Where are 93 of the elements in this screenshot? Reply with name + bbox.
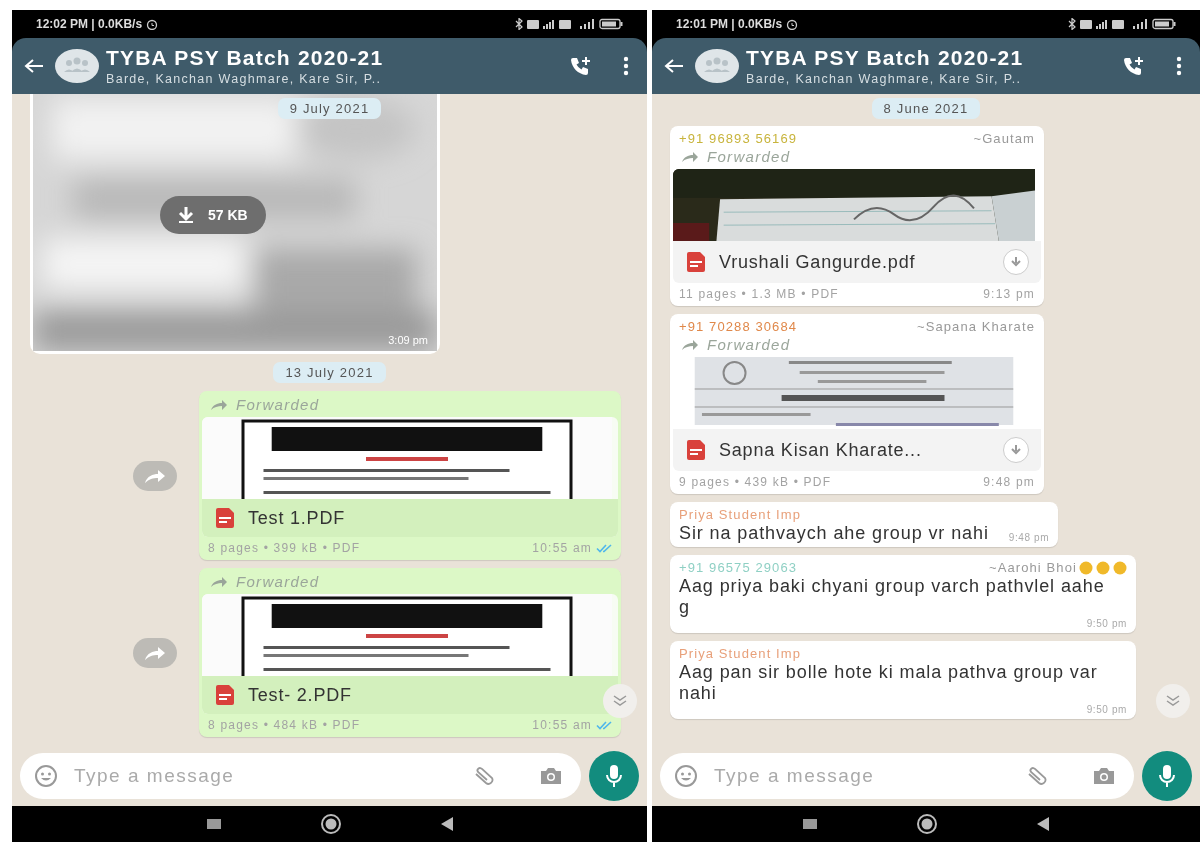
- status-text: 12:01 PM | 0.0KB/s: [676, 17, 783, 31]
- forward-arrow-icon: [210, 398, 228, 411]
- forwarded-label: Forwarded: [707, 336, 791, 353]
- chat-members: Barde, Kanchan Waghmare, Kare Sir, P..: [746, 72, 1023, 86]
- pdf-icon: [214, 507, 236, 529]
- status-text: 12:02 PM | 0.0KB/s: [36, 17, 143, 31]
- forward-arrow-icon: [210, 575, 228, 588]
- message-text: Aag pan sir bolle hote ki mala pathva group var nahi: [678, 661, 1099, 704]
- alarm-clock-icon: [786, 18, 799, 30]
- message-time: 9:50 pm: [1086, 618, 1127, 630]
- share-arrow-icon: [144, 467, 166, 484]
- signal-icon: [1132, 18, 1148, 30]
- forwarded-label: Forwarded: [707, 148, 791, 165]
- group-avatar-icon: [54, 48, 100, 84]
- microphone-icon: [606, 764, 622, 788]
- download-button[interactable]: [1003, 437, 1029, 463]
- back-arrow-icon: [664, 58, 684, 74]
- recent-apps-icon[interactable]: [206, 819, 221, 829]
- bluetooth-icon: [1068, 18, 1076, 30]
- home-icon[interactable]: [917, 814, 937, 834]
- menu-icon: [623, 56, 629, 76]
- file-name: Test 1.PDF: [248, 507, 347, 529]
- date-chip: 8 June 2021: [871, 98, 981, 119]
- message-time: 10:55 am: [532, 541, 592, 555]
- download-button[interactable]: 57 KB: [160, 196, 266, 234]
- alarm-clock-icon: [146, 18, 159, 30]
- bluetooth-icon: [515, 18, 523, 30]
- sender-alias: ~Aarohi Bhoi: [989, 560, 1077, 575]
- sender-alias: ~Gautam: [973, 131, 1035, 146]
- file-row[interactable]: Sapna Kisan Kharate...: [673, 429, 1041, 471]
- chat-title: TYBA PSY Batch 2020-21: [106, 46, 385, 70]
- microphone-icon: [1159, 764, 1175, 788]
- microphone-button[interactable]: [1142, 751, 1192, 801]
- message-time: 9:48 pm: [983, 475, 1035, 489]
- sender-name: +91 96575 29063: [679, 560, 798, 575]
- file-row[interactable]: Test 1.PDF: [202, 499, 618, 537]
- home-icon[interactable]: [320, 814, 341, 834]
- sender-name: +91 70288 30684: [679, 319, 798, 334]
- emoji-face-icon: [34, 764, 58, 788]
- phone-plus-icon: [1122, 55, 1144, 77]
- double-chevron-down-icon: [613, 695, 627, 707]
- forward-arrow-icon: [681, 338, 699, 351]
- file-name: Test- 2.PDF: [248, 684, 353, 706]
- file-row[interactable]: Test- 2.PDF: [202, 676, 618, 714]
- download-button[interactable]: [1003, 249, 1029, 275]
- download-icon: [178, 206, 194, 224]
- double-chevron-down-icon: [1166, 695, 1180, 707]
- sender-name: Priya Student Imp: [679, 646, 802, 661]
- sender-name: Priya Student Imp: [679, 507, 802, 522]
- message-time: 10:55 am: [532, 718, 592, 732]
- date-chip: 13 July 2021: [273, 362, 386, 383]
- message-time: 3:09 pm: [388, 334, 428, 346]
- date-chip: 9 July 2021: [277, 98, 382, 119]
- forwarded-label: Forwarded: [236, 573, 320, 590]
- emoji-face-icon: [674, 764, 698, 788]
- file-name: Vrushali Gangurde.pdf: [719, 251, 917, 273]
- group-avatar-icon: [694, 48, 740, 84]
- file-details: 11 pages • 1.3 MB • PDF: [679, 287, 839, 301]
- chat-members: Barde, Kanchan Waghmare, Kare Sir, P..: [106, 72, 383, 86]
- sender-name: +91 96893 56169: [679, 131, 798, 146]
- phone-plus-icon: [569, 55, 591, 77]
- message-text: Sir na pathvaych ahe group vr nahi: [678, 522, 990, 544]
- camera-icon: [539, 766, 563, 786]
- forward-arrow-icon: [681, 150, 699, 163]
- battery-icon: [1152, 18, 1176, 30]
- chat-title: TYBA PSY Batch 2020-21: [746, 46, 1025, 70]
- battery-icon: [599, 18, 623, 30]
- back-arrow-icon: [24, 58, 44, 74]
- message-time: 9:13 pm: [983, 287, 1035, 301]
- message-time: 9:48 pm: [1008, 532, 1050, 544]
- microphone-button[interactable]: [589, 751, 639, 801]
- file-row[interactable]: Vrushali Gangurde.pdf: [673, 241, 1041, 283]
- pdf-icon: [685, 251, 707, 273]
- back-icon[interactable]: [1037, 817, 1049, 831]
- forwarded-label: Forwarded: [236, 396, 320, 413]
- signal-icon: [579, 18, 595, 30]
- pdf-icon: [685, 439, 707, 461]
- message-time: 9:50 pm: [1086, 704, 1127, 716]
- pdf-icon: [214, 684, 236, 706]
- file-details: 8 pages • 399 kB • PDF: [208, 541, 361, 555]
- file-name: Sapna Kisan Kharate...: [719, 439, 923, 461]
- download-icon: [1011, 445, 1021, 455]
- download-icon: [1011, 257, 1021, 267]
- message-field[interactable]: Type a message: [20, 753, 581, 799]
- file-details: 8 pages • 484 kB • PDF: [208, 718, 361, 732]
- message-field[interactable]: Type a message: [660, 753, 1134, 799]
- back-icon[interactable]: [440, 817, 453, 831]
- share-arrow-icon: [144, 644, 166, 661]
- menu-icon: [1176, 56, 1182, 76]
- file-details: 9 pages • 439 kB • PDF: [679, 475, 832, 489]
- camera-icon: [1092, 766, 1116, 786]
- sender-alias: ~Sapana Kharate: [916, 319, 1035, 334]
- message-text: Aag priya baki chyani group varch pathvlel aahe g: [678, 575, 1106, 618]
